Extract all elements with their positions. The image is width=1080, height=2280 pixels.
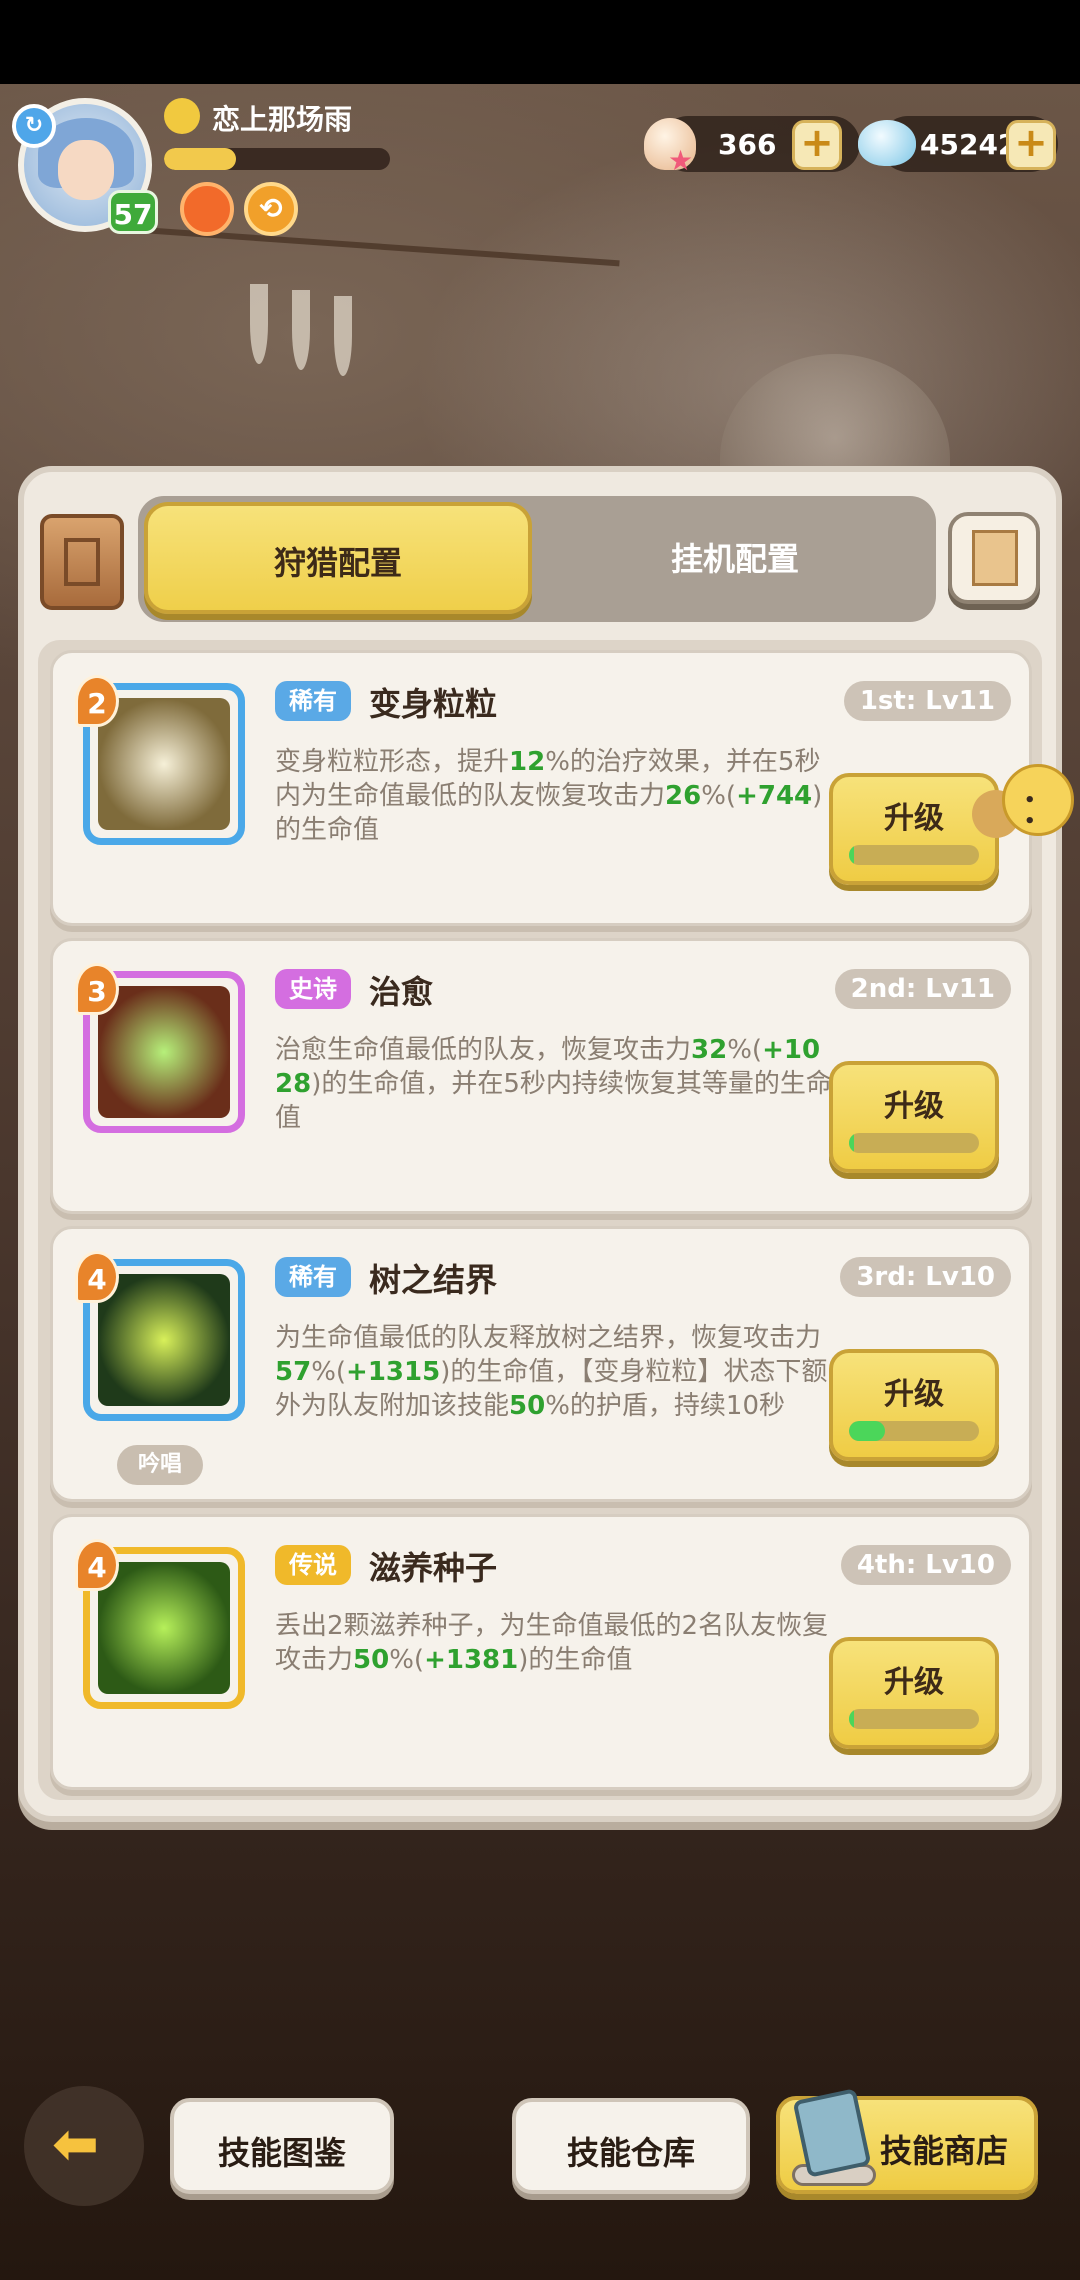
- back-button[interactable]: ⬅: [24, 2086, 144, 2206]
- player-level-badge: 57: [108, 190, 158, 234]
- description-text: %(: [727, 1035, 763, 1065]
- description-text: 治愈生命值最低的队友，恢复攻击力: [275, 1035, 692, 1065]
- upgrade-label: 升级: [884, 1377, 944, 1412]
- skill-card: 2 稀有 变身粒粒 1st: Lv11 变身粒粒形态，提升12%的治疗效果，并在…: [50, 650, 1032, 926]
- slot-level-badge: 3rd: Lv10: [840, 1257, 1011, 1297]
- status-bar: [0, 0, 1080, 84]
- starfish-icon: ★: [668, 144, 694, 177]
- skill-codex-label: 技能图鉴: [217, 2134, 346, 2172]
- upgrade-button[interactable]: 升级: [829, 1637, 999, 1749]
- description-text: %(: [311, 1357, 347, 1387]
- skill-storage-label: 技能仓库: [566, 2134, 695, 2172]
- upgrade-progress-bar: [849, 1709, 979, 1729]
- upgrade-button[interactable]: 升级: [829, 1061, 999, 1173]
- skill-slot-number: 2: [75, 675, 119, 727]
- guide-book-button[interactable]: [948, 512, 1040, 604]
- upgrade-progress-bar: [849, 845, 979, 865]
- upgrade-label: 升级: [884, 1665, 944, 1700]
- player-emote-icon: [164, 98, 200, 134]
- upgrade-progress-fill: [849, 1133, 855, 1153]
- highlight-value: +1315: [346, 1357, 441, 1387]
- skill-card: 4 传说 滋养种子 4th: Lv10 丢出2颗滋养种子，为生命值最低的2名队友…: [50, 1514, 1032, 1790]
- skill-card: 4 吟唱 稀有 树之结界 3rd: Lv10 为生命值最低的队友释放树之结界，恢…: [50, 1226, 1032, 1502]
- highlight-value: 12: [509, 747, 546, 777]
- slot-level-badge: 2nd: Lv11: [834, 969, 1011, 1009]
- upgrade-button[interactable]: 升级: [829, 1349, 999, 1461]
- skill-description: 为生命值最低的队友释放树之结界，恢复攻击力57%(+1315)的生命值，【变身粒…: [275, 1321, 835, 1423]
- description-text: %(: [389, 1645, 425, 1675]
- skill-card: 3 史诗 治愈 2nd: Lv11 治愈生命值最低的队友，恢复攻击力32%(+1…: [50, 938, 1032, 1214]
- description-text: %(: [701, 781, 737, 811]
- tab-idle-config[interactable]: 挂机配置: [540, 502, 930, 614]
- tab-hunting-label: 狩猎配置: [273, 544, 402, 582]
- tooth-decoration: [334, 296, 352, 376]
- shell-count: 366: [718, 128, 777, 161]
- description-text: 为生命值最低的队友释放树之结界，恢复攻击力: [275, 1323, 822, 1353]
- skill-slot-number: 4: [75, 1251, 119, 1303]
- highlight-value: 50: [509, 1391, 546, 1421]
- skill-name: 治愈: [369, 973, 434, 1011]
- add-gems-button[interactable]: +: [1006, 120, 1056, 170]
- upgrade-progress-fill: [849, 1421, 886, 1441]
- slot-level-badge: 1st: Lv11: [843, 681, 1011, 721]
- skill-shop-label: 技能商店: [880, 2132, 1009, 2170]
- skill-shop-icon: [786, 2086, 882, 2194]
- skill-name: 树之结界: [369, 1261, 498, 1299]
- rope-decoration: [150, 227, 620, 267]
- skill-name: 滋养种子: [369, 1549, 498, 1587]
- guide-book-icon: [972, 530, 1018, 586]
- skill-slot-number: 3: [75, 963, 119, 1015]
- avatar-face: [58, 140, 114, 200]
- description-text: )的生命值: [518, 1645, 633, 1675]
- upgrade-label: 升级: [884, 1089, 944, 1124]
- rarity-badge: 传说: [275, 1545, 351, 1585]
- description-text: 变身粒粒形态，提升: [275, 747, 510, 777]
- skill-codex-button[interactable]: 技能图鉴: [170, 2098, 394, 2194]
- add-shells-button[interactable]: +: [792, 120, 842, 170]
- highlight-value: +1381: [424, 1645, 519, 1675]
- skill-name: 变身粒粒: [369, 685, 498, 723]
- upgrade-label: 升级: [884, 801, 944, 836]
- skill-description: 丢出2颗滋养种子，为生命值最低的2名队友恢复攻击力50%(+1381)的生命值: [275, 1609, 835, 1677]
- rarity-badge: 稀有: [275, 681, 351, 721]
- skill-description: 治愈生命值最低的队友，恢复攻击力32%(+1028)的生命值，并在5秒内持续恢复…: [275, 1033, 835, 1135]
- skill-description: 变身粒粒形态，提升12%的治疗效果，并在5秒内为生命值最低的队友恢复攻击力26%…: [275, 745, 835, 847]
- skill-storage-button[interactable]: 技能仓库: [512, 2098, 750, 2194]
- exp-fill: [164, 148, 237, 170]
- rarity-badge: 稀有: [275, 1257, 351, 1297]
- highlight-value: 26: [665, 781, 702, 811]
- upgrade-progress-bar: [849, 1421, 979, 1441]
- description-text: )的生命值，并在5秒内持续恢复其等量的生命值: [275, 1069, 832, 1133]
- exp-bar: [164, 148, 390, 170]
- upgrade-progress-fill: [849, 845, 855, 865]
- player-name: 恋上那场雨: [212, 103, 353, 136]
- highlight-value: 32: [691, 1035, 728, 1065]
- highlight-value: 57: [275, 1357, 312, 1387]
- rarity-badge: 史诗: [275, 969, 351, 1009]
- highlight-value: +744: [736, 781, 813, 811]
- description-text: %的护盾，持续10秒: [545, 1391, 785, 1421]
- gem-count: 45242: [920, 128, 1018, 161]
- tab-hunting-config[interactable]: 狩猎配置: [144, 502, 532, 614]
- title-badge-icon[interactable]: ⟲: [244, 182, 298, 236]
- tooth-decoration: [292, 290, 310, 370]
- highlight-value: 50: [353, 1645, 390, 1675]
- back-arrow-icon: ⬅: [52, 2112, 99, 2177]
- sync-icon[interactable]: ↻: [12, 104, 56, 148]
- chant-tag: 吟唱: [117, 1445, 203, 1485]
- gem-icon: [858, 120, 916, 166]
- upgrade-progress-bar: [849, 1133, 979, 1153]
- helper-mascot-icon[interactable]: • •: [972, 760, 1074, 852]
- tooth-decoration: [250, 284, 268, 364]
- tab-idle-label: 挂机配置: [670, 540, 799, 578]
- skill-slot-number: 4: [75, 1539, 119, 1591]
- helper-mascot-face: • •: [1024, 790, 1042, 832]
- scroll-icon[interactable]: [40, 514, 124, 610]
- slot-level-badge: 4th: Lv10: [840, 1545, 1011, 1585]
- pet-badge-icon[interactable]: [180, 182, 234, 236]
- upgrade-progress-fill: [849, 1709, 855, 1729]
